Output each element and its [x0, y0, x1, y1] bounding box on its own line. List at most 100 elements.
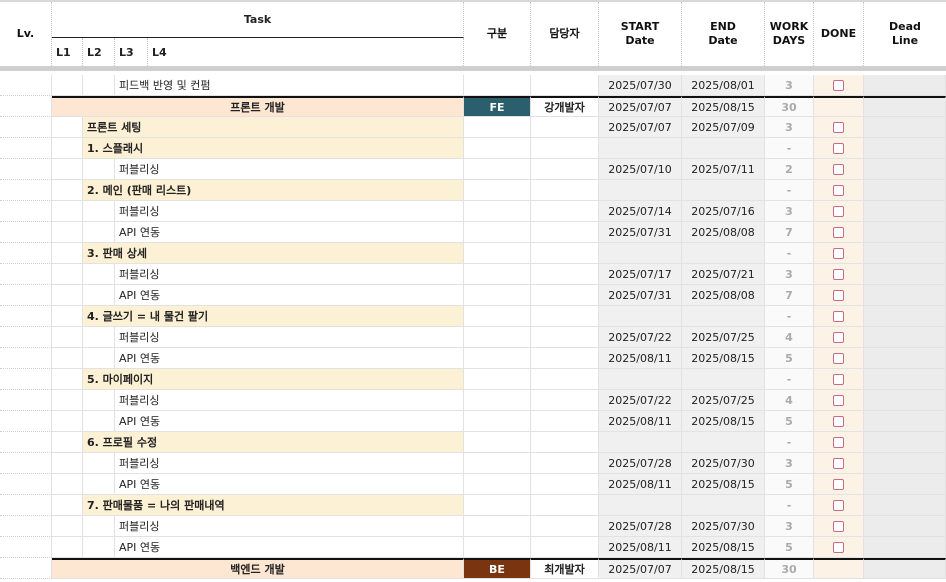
task-title[interactable]: 퍼블리싱 — [115, 516, 464, 537]
work-days-cell[interactable]: 5 — [765, 474, 814, 495]
start-date-cell[interactable]: 2025/08/11 — [599, 537, 682, 558]
work-days-cell[interactable]: - — [765, 306, 814, 327]
section-title[interactable]: 백엔드 개발 — [52, 558, 464, 579]
assignee-cell[interactable] — [531, 537, 599, 558]
l2-cell[interactable] — [83, 453, 115, 474]
done-cell[interactable] — [814, 243, 864, 264]
done-checkbox[interactable] — [833, 373, 844, 385]
deadline-cell[interactable] — [864, 180, 946, 201]
header-start-date[interactable]: START Date — [599, 2, 682, 66]
task-title[interactable]: 퍼블리싱 — [115, 159, 464, 180]
group-title[interactable]: 4. 글쓰기 = 내 물건 팔기 — [83, 306, 464, 327]
end-date-cell[interactable]: 2025/07/11 — [682, 159, 765, 180]
category-tag[interactable]: BE — [464, 558, 531, 579]
done-cell[interactable] — [814, 474, 864, 495]
assignee-cell[interactable]: 최개발자 — [531, 558, 599, 579]
work-days-cell[interactable]: - — [765, 495, 814, 516]
l2-cell[interactable] — [83, 348, 115, 369]
done-cell[interactable] — [814, 138, 864, 159]
done-checkbox[interactable] — [833, 331, 844, 343]
done-checkbox[interactable] — [833, 289, 844, 301]
task-title[interactable]: API 연동 — [115, 474, 464, 495]
header-l2[interactable]: L2 — [83, 38, 115, 66]
header-task[interactable]: Task — [52, 2, 464, 38]
category-cell[interactable] — [464, 117, 531, 138]
work-days-cell[interactable]: 3 — [765, 453, 814, 474]
end-date-cell[interactable]: 2025/08/08 — [682, 222, 765, 243]
end-date-cell[interactable] — [682, 243, 765, 264]
done-cell[interactable] — [814, 558, 864, 579]
deadline-cell[interactable] — [864, 369, 946, 390]
work-days-cell[interactable]: - — [765, 432, 814, 453]
deadline-cell[interactable] — [864, 453, 946, 474]
assignee-cell[interactable] — [531, 201, 599, 222]
category-cell[interactable] — [464, 348, 531, 369]
category-cell[interactable] — [464, 243, 531, 264]
start-date-cell[interactable]: 2025/07/17 — [599, 264, 682, 285]
end-date-cell[interactable]: 2025/08/01 — [682, 75, 765, 96]
lv-cell[interactable] — [0, 180, 52, 201]
done-cell[interactable] — [814, 264, 864, 285]
assignee-cell[interactable] — [531, 495, 599, 516]
assignee-cell[interactable] — [531, 390, 599, 411]
deadline-cell[interactable] — [864, 432, 946, 453]
l1-cell[interactable] — [52, 411, 83, 432]
deadline-cell[interactable] — [864, 264, 946, 285]
start-date-cell[interactable]: 2025/08/11 — [599, 411, 682, 432]
deadline-cell[interactable] — [864, 117, 946, 138]
deadline-cell[interactable] — [864, 537, 946, 558]
done-checkbox[interactable] — [833, 268, 844, 280]
lv-cell[interactable] — [0, 558, 52, 579]
done-cell[interactable] — [814, 180, 864, 201]
end-date-cell[interactable] — [682, 306, 765, 327]
assignee-cell[interactable] — [531, 348, 599, 369]
assignee-cell[interactable] — [531, 264, 599, 285]
assignee-cell[interactable] — [531, 243, 599, 264]
done-checkbox[interactable] — [833, 163, 844, 175]
done-cell[interactable] — [814, 117, 864, 138]
start-date-cell[interactable]: 2025/07/31 — [599, 285, 682, 306]
deadline-cell[interactable] — [864, 495, 946, 516]
end-date-cell[interactable]: 2025/07/25 — [682, 327, 765, 348]
work-days-cell[interactable]: 5 — [765, 411, 814, 432]
lv-cell[interactable] — [0, 453, 52, 474]
work-days-cell[interactable]: 4 — [765, 390, 814, 411]
group-title[interactable]: 6. 프로필 수정 — [83, 432, 464, 453]
lv-cell[interactable] — [0, 222, 52, 243]
l1-cell[interactable] — [52, 138, 83, 159]
deadline-cell[interactable] — [864, 159, 946, 180]
lv-cell[interactable] — [0, 495, 52, 516]
lv-cell[interactable] — [0, 348, 52, 369]
assignee-cell[interactable] — [531, 180, 599, 201]
category-cell[interactable] — [464, 285, 531, 306]
l2-cell[interactable] — [83, 159, 115, 180]
category-cell[interactable] — [464, 264, 531, 285]
start-date-cell[interactable] — [599, 138, 682, 159]
work-days-cell[interactable]: 5 — [765, 348, 814, 369]
deadline-cell[interactable] — [864, 243, 946, 264]
lv-cell[interactable] — [0, 75, 52, 96]
assignee-cell[interactable] — [531, 432, 599, 453]
work-days-cell[interactable]: - — [765, 138, 814, 159]
l1-cell[interactable] — [52, 264, 83, 285]
lv-cell[interactable] — [0, 327, 52, 348]
l2-cell[interactable] — [83, 75, 115, 96]
start-date-cell[interactable]: 2025/07/28 — [599, 453, 682, 474]
work-days-cell[interactable]: 3 — [765, 75, 814, 96]
group-title[interactable]: 프론트 세팅 — [83, 117, 464, 138]
start-date-cell[interactable]: 2025/08/11 — [599, 348, 682, 369]
lv-cell[interactable] — [0, 264, 52, 285]
assignee-cell[interactable] — [531, 285, 599, 306]
work-days-cell[interactable]: 7 — [765, 285, 814, 306]
end-date-cell[interactable] — [682, 138, 765, 159]
l2-cell[interactable] — [83, 516, 115, 537]
lv-cell[interactable] — [0, 138, 52, 159]
deadline-cell[interactable] — [864, 348, 946, 369]
l1-cell[interactable] — [52, 474, 83, 495]
done-cell[interactable] — [814, 453, 864, 474]
done-cell[interactable] — [814, 495, 864, 516]
work-days-cell[interactable]: 4 — [765, 327, 814, 348]
deadline-cell[interactable] — [864, 390, 946, 411]
end-date-cell[interactable] — [682, 432, 765, 453]
end-date-cell[interactable]: 2025/07/21 — [682, 264, 765, 285]
